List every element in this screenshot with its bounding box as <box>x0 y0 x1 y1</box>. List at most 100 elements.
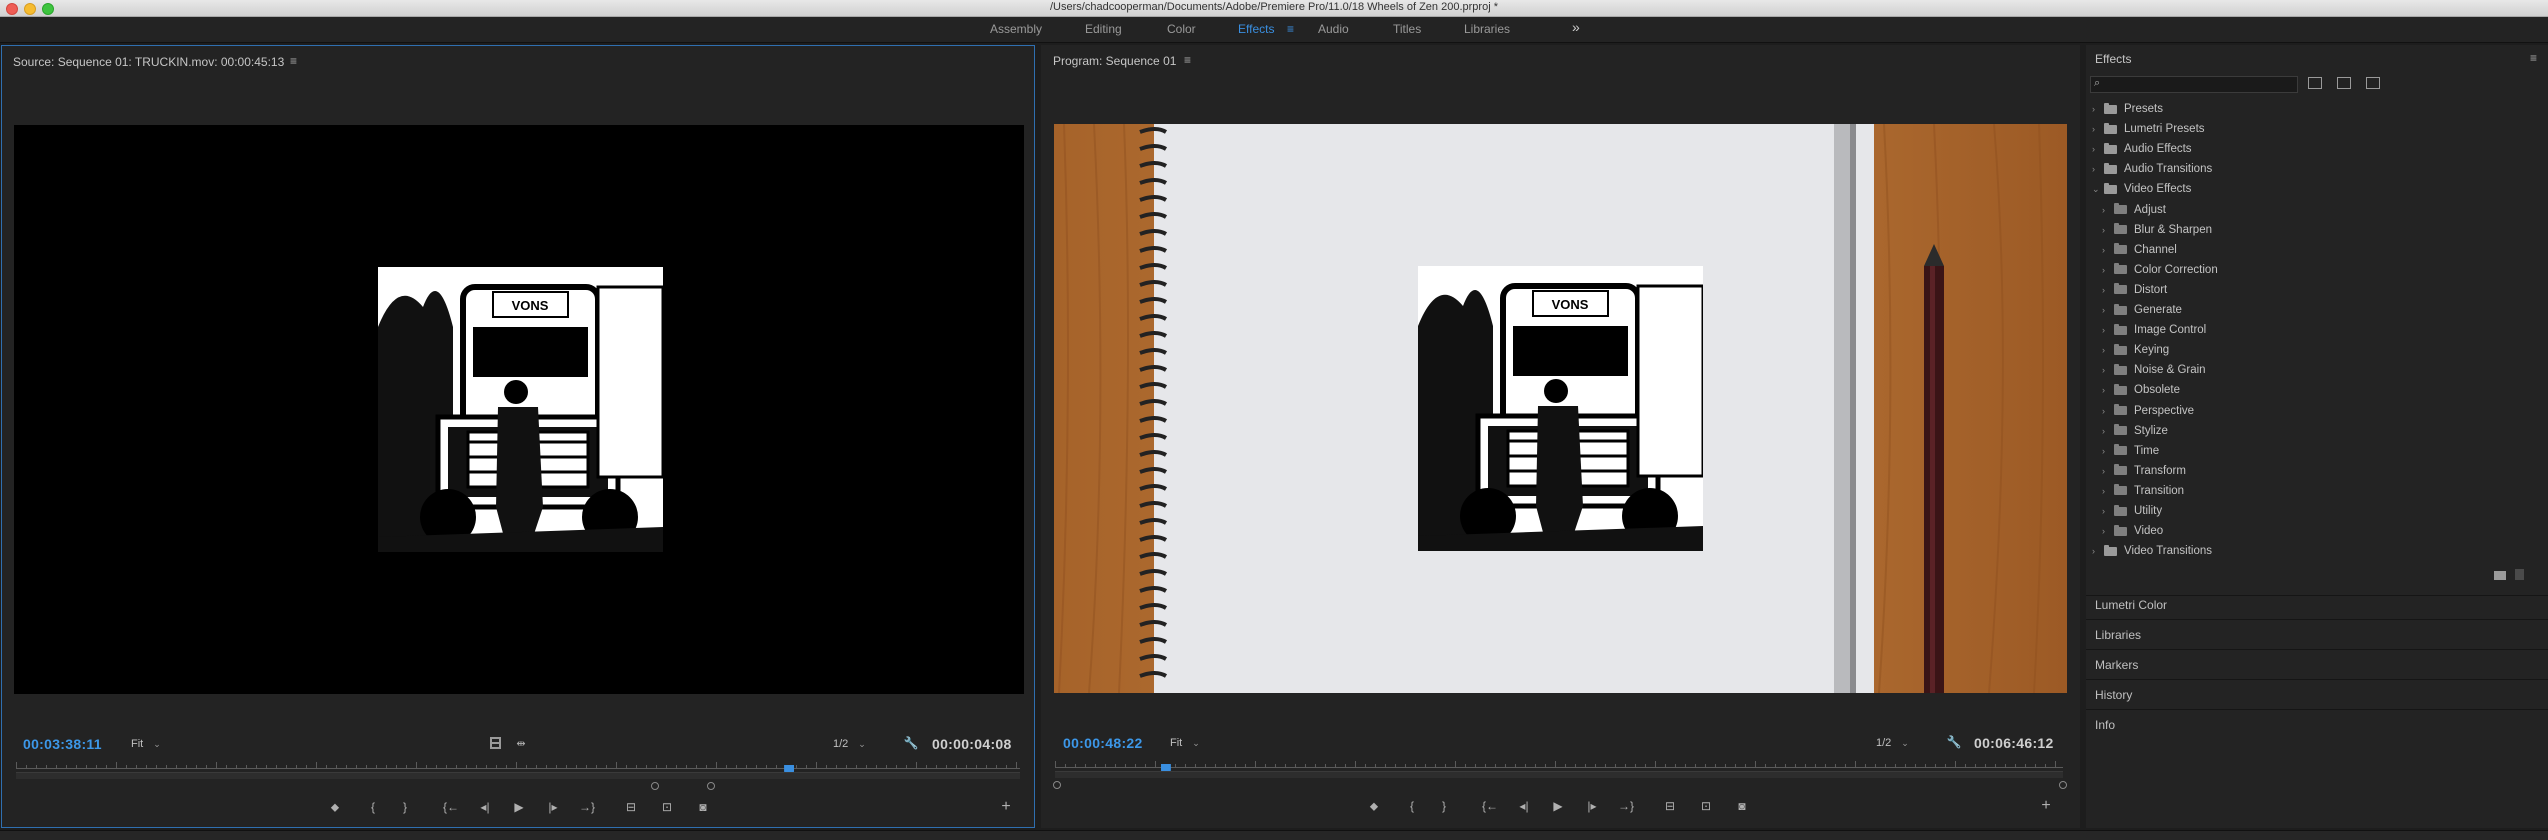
source-step-back-button[interactable]: ◂| <box>476 799 494 815</box>
effects-tree-item-time[interactable]: › Time <box>2102 442 2159 460</box>
effects-tree-item-transition[interactable]: › Transition <box>2102 482 2184 500</box>
workspace-overflow-icon[interactable]: » <box>1572 19 1580 35</box>
program-resolution-dropdown[interactable]: 1/2 ⌄ <box>1875 736 1910 754</box>
effects-tree-item-distort[interactable]: › Distort <box>2102 281 2167 299</box>
effects-tree-item-adjust[interactable]: › Adjust <box>2102 201 2166 219</box>
effects-search-input[interactable] <box>2107 77 2297 92</box>
chevron-right-icon[interactable]: › <box>2102 225 2114 235</box>
chevron-right-icon[interactable]: › <box>2102 426 2114 436</box>
source-export-frame-button[interactable]: ◙ <box>694 799 712 815</box>
effects-tree-item-audio-effects[interactable]: › Audio Effects <box>2092 140 2192 158</box>
source-go-to-out-button[interactable]: →} <box>578 799 596 815</box>
chevron-right-icon[interactable]: › <box>2092 104 2104 114</box>
chevron-right-icon[interactable]: › <box>2102 345 2114 355</box>
chevron-right-icon[interactable]: › <box>2102 506 2114 516</box>
workspace-menu-icon[interactable]: ≡ <box>1287 22 1294 36</box>
source-play-button[interactable]: ▶ <box>510 799 528 815</box>
program-monitor-menu-icon[interactable]: ≡ <box>1184 53 1191 67</box>
chevron-right-icon[interactable]: › <box>2102 406 2114 416</box>
program-zoom-dropdown[interactable]: Fit ⌄ <box>1169 736 1201 754</box>
lumetri-color-panel-tab[interactable]: Lumetri Color <box>2095 598 2167 612</box>
source-resolution-dropdown[interactable]: 1/2 ⌄ <box>832 737 867 755</box>
source-drag-audio-icon[interactable]: ⇹ <box>512 735 530 751</box>
chevron-right-icon[interactable]: › <box>2092 144 2104 154</box>
effects-tree-item-transform[interactable]: › Transform <box>2102 462 2186 480</box>
source-step-forward-button[interactable]: |▸ <box>544 799 562 815</box>
program-current-timecode[interactable]: 00:00:48:22 <box>1063 735 1143 751</box>
effects-panel-title[interactable]: Effects <box>2095 52 2131 66</box>
source-mark-in-button[interactable]: { <box>364 799 382 815</box>
effects-panel-menu-icon[interactable]: ≡ <box>2530 51 2537 65</box>
source-monitor-menu-icon[interactable]: ≡ <box>290 54 297 68</box>
program-time-ruler[interactable] <box>1055 757 2063 768</box>
effects-tree-item-perspective[interactable]: › Perspective <box>2102 402 2194 420</box>
effects-tree-item-lumetri-presets[interactable]: › Lumetri Presets <box>2092 120 2205 138</box>
chevron-right-icon[interactable]: › <box>2102 285 2114 295</box>
program-add-marker-button[interactable]: ⬥ <box>1365 798 1383 814</box>
source-video-viewer[interactable]: VONS <box>14 125 1024 694</box>
workspace-tab-audio[interactable]: Audio <box>1318 22 1349 36</box>
program-zoom-handle-left[interactable] <box>1053 781 1061 789</box>
source-add-marker-button[interactable]: ⬥ <box>326 799 344 815</box>
source-current-timecode[interactable]: 00:03:38:11 <box>23 736 102 752</box>
workspace-tab-assembly[interactable]: Assembly <box>990 22 1042 36</box>
effects-tree-item-obsolete[interactable]: › Obsolete <box>2102 381 2180 399</box>
program-step-back-button[interactable]: ◂| <box>1515 798 1533 814</box>
effects-tree-item-video[interactable]: › Video <box>2102 522 2163 540</box>
source-zoom-scrollbar[interactable] <box>16 772 1020 779</box>
effects-tree-item-keying[interactable]: › Keying <box>2102 341 2169 359</box>
yuv-effects-filter-icon[interactable] <box>2366 77 2380 89</box>
chevron-right-icon[interactable]: › <box>2102 265 2114 275</box>
program-mark-out-button[interactable]: } <box>1435 798 1453 814</box>
source-drag-video-icon[interactable] <box>486 735 504 751</box>
effects-tree-item-utility[interactable]: › Utility <box>2102 502 2162 520</box>
chevron-right-icon[interactable]: › <box>2102 305 2114 315</box>
program-video-viewer[interactable]: VONS <box>1054 124 2067 693</box>
32bit-effects-filter-icon[interactable] <box>2337 77 2351 89</box>
effects-tree-item-video-transitions[interactable]: › Video Transitions <box>2092 542 2212 560</box>
source-button-editor-button[interactable]: + <box>997 798 1015 815</box>
chevron-right-icon[interactable]: › <box>2102 205 2114 215</box>
program-button-editor-button[interactable]: + <box>2037 797 2055 814</box>
program-play-button[interactable]: ▶ <box>1549 798 1567 814</box>
source-time-ruler[interactable] <box>16 758 1020 769</box>
source-zoom-dropdown[interactable]: Fit ⌄ <box>130 737 162 755</box>
program-zoom-handle-right[interactable] <box>2059 781 2067 789</box>
chevron-right-icon[interactable]: › <box>2102 446 2114 456</box>
program-lift-button[interactable]: ⊟ <box>1661 798 1679 814</box>
effects-tree-item-generate[interactable]: › Generate <box>2102 301 2182 319</box>
program-mark-in-button[interactable]: { <box>1403 798 1421 814</box>
chevron-right-icon[interactable]: › <box>2102 486 2114 496</box>
effects-tree-item-presets[interactable]: › Presets <box>2092 100 2163 118</box>
source-zoom-handle-right[interactable] <box>707 782 715 790</box>
chevron-right-icon[interactable]: › <box>2102 526 2114 536</box>
effects-tree-item-noise-grain[interactable]: › Noise & Grain <box>2102 361 2206 379</box>
history-panel-tab[interactable]: History <box>2095 688 2132 702</box>
accelerated-effects-filter-icon[interactable] <box>2308 77 2322 89</box>
chevron-right-icon[interactable]: › <box>2102 365 2114 375</box>
markers-panel-tab[interactable]: Markers <box>2095 658 2138 672</box>
info-panel-tab[interactable]: Info <box>2095 718 2115 732</box>
effects-tree-item-image-control[interactable]: › Image Control <box>2102 321 2206 339</box>
source-overwrite-button[interactable]: ⊡ <box>658 799 676 815</box>
chevron-right-icon[interactable]: › <box>2102 325 2114 335</box>
effects-tree-item-color-correction[interactable]: › Color Correction <box>2102 261 2218 279</box>
source-zoom-handle-left[interactable] <box>651 782 659 790</box>
new-custom-bin-icon[interactable] <box>2494 571 2506 580</box>
program-export-frame-button[interactable]: ◙ <box>1733 798 1751 814</box>
workspace-tab-editing[interactable]: Editing <box>1085 22 1122 36</box>
source-go-to-in-button[interactable]: {← <box>442 799 460 815</box>
source-insert-button[interactable]: ⊟ <box>622 799 640 815</box>
program-monitor-title[interactable]: Program: Sequence 01 <box>1053 54 1176 68</box>
source-settings-wrench-icon[interactable]: 🔧 <box>902 735 920 751</box>
chevron-right-icon[interactable]: › <box>2092 124 2104 134</box>
effects-tree-item-audio-transitions[interactable]: › Audio Transitions <box>2092 160 2212 178</box>
source-mark-out-button[interactable]: } <box>396 799 414 815</box>
workspace-tab-effects[interactable]: Effects <box>1238 22 1274 36</box>
workspace-tab-color[interactable]: Color <box>1167 22 1196 36</box>
program-go-to-out-button[interactable]: →} <box>1617 798 1635 814</box>
effects-tree-item-blur-sharpen[interactable]: › Blur & Sharpen <box>2102 221 2212 239</box>
chevron-down-icon[interactable]: ⌄ <box>2092 184 2104 195</box>
effects-search-field[interactable]: ⌕ <box>2090 76 2298 93</box>
program-zoom-scrollbar[interactable] <box>1055 771 2063 778</box>
